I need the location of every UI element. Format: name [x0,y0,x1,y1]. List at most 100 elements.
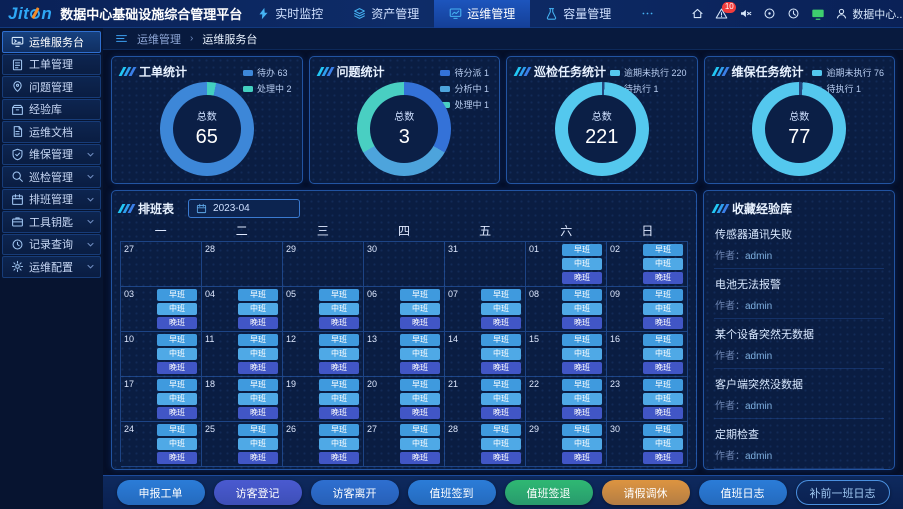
shift-button[interactable]: 中班 [643,258,683,270]
shift-button[interactable]: 早班 [481,424,521,436]
shift-button[interactable]: 中班 [562,258,602,270]
shift-button[interactable]: 中班 [238,348,278,360]
shift-button[interactable]: 早班 [157,424,197,436]
shift-button[interactable]: 晚班 [238,317,278,329]
shift-button[interactable]: 中班 [400,303,440,315]
shift-button[interactable]: 中班 [562,303,602,315]
shift-button[interactable]: 中班 [238,393,278,405]
shift-button[interactable]: 早班 [643,334,683,346]
shift-button[interactable]: 中班 [562,438,602,450]
shift-button[interactable]: 中班 [562,393,602,405]
shift-button[interactable]: 早班 [238,334,278,346]
shift-button[interactable]: 晚班 [157,452,197,464]
sidebar-item[interactable]: 经验库 [2,99,101,121]
shift-button[interactable]: 晚班 [238,407,278,419]
shift-button[interactable]: 晚班 [238,362,278,374]
shift-button[interactable]: 中班 [400,393,440,405]
shift-button[interactable]: 晚班 [157,362,197,374]
shift-button[interactable]: 早班 [400,424,440,436]
screen-button[interactable] [811,7,825,21]
action-button[interactable]: 值班日志 [699,480,787,505]
shift-button[interactable]: 早班 [157,334,197,346]
shift-button[interactable]: 晚班 [643,362,683,374]
shift-button[interactable]: 早班 [562,379,602,391]
shift-button[interactable]: 晚班 [643,452,683,464]
action-button[interactable]: 访客登记 [214,480,302,505]
shift-button[interactable]: 晚班 [562,452,602,464]
shift-button[interactable]: 中班 [481,393,521,405]
shift-button[interactable]: 晚班 [481,407,521,419]
alert-button[interactable]: 10 [715,7,728,20]
dashboard-button[interactable] [763,7,776,20]
shift-button[interactable]: 晚班 [400,407,440,419]
sidebar-item[interactable]: 排班管理 [2,189,101,211]
favorite-item[interactable]: 传感器通讯失败作者：admin [714,219,884,269]
sidebar-item[interactable]: 记录查询 [2,234,101,256]
shift-button[interactable]: 早班 [157,289,197,301]
action-button[interactable]: 申报工单 [117,480,205,505]
home-button[interactable] [691,7,704,20]
nav-item[interactable]: 容量管理 [530,0,626,28]
shift-button[interactable]: 晚班 [643,272,683,284]
shift-button[interactable]: 中班 [157,438,197,450]
shift-button[interactable]: 中班 [481,438,521,450]
clock-button[interactable] [787,7,800,20]
nav-item[interactable]: 运维管理 [434,0,530,28]
action-button[interactable]: 请假调休 [602,480,690,505]
mute-button[interactable] [739,7,752,20]
shift-button[interactable]: 早班 [400,379,440,391]
shift-button[interactable]: 中班 [157,393,197,405]
shift-button[interactable]: 晚班 [319,407,359,419]
shift-button[interactable]: 中班 [319,303,359,315]
shift-button[interactable]: 晚班 [157,317,197,329]
shift-button[interactable]: 早班 [319,379,359,391]
shift-button[interactable]: 中班 [643,303,683,315]
shift-button[interactable]: 中班 [319,393,359,405]
shift-button[interactable]: 早班 [562,334,602,346]
shift-button[interactable]: 早班 [562,289,602,301]
shift-button[interactable]: 早班 [238,289,278,301]
shift-button[interactable]: 晚班 [481,452,521,464]
shift-button[interactable]: 中班 [319,438,359,450]
shift-button[interactable]: 早班 [643,244,683,256]
shift-button[interactable]: 中班 [238,438,278,450]
breadcrumb-section[interactable]: 运维管理 [137,31,181,47]
nav-item[interactable]: 实时监控 [242,0,338,28]
hamburger-icon[interactable] [115,32,128,45]
shift-button[interactable]: 晚班 [562,317,602,329]
shift-button[interactable]: 中班 [157,348,197,360]
shift-button[interactable]: 早班 [238,379,278,391]
shift-button[interactable]: 中班 [238,303,278,315]
shift-button[interactable]: 晚班 [319,317,359,329]
shift-button[interactable]: 晚班 [400,362,440,374]
shift-button[interactable]: 晚班 [400,317,440,329]
shift-button[interactable]: 中班 [481,348,521,360]
shift-button[interactable]: 晚班 [238,452,278,464]
favorite-item[interactable]: 某个设备突然无数据作者：admin [714,319,884,369]
shift-button[interactable]: 中班 [481,303,521,315]
shift-button[interactable]: 晚班 [481,362,521,374]
shift-button[interactable]: 早班 [643,379,683,391]
shift-button[interactable]: 晚班 [562,407,602,419]
shift-button[interactable]: 早班 [481,289,521,301]
nav-item[interactable]: 资产管理 [338,0,434,28]
shift-button[interactable]: 早班 [481,379,521,391]
shift-button[interactable]: 晚班 [319,452,359,464]
shift-button[interactable]: 中班 [562,348,602,360]
shift-button[interactable]: 晚班 [643,407,683,419]
shift-button[interactable]: 早班 [562,424,602,436]
shift-button[interactable]: 早班 [319,334,359,346]
shift-button[interactable]: 早班 [157,379,197,391]
shift-button[interactable]: 晚班 [562,272,602,284]
shift-button[interactable]: 早班 [319,424,359,436]
month-picker[interactable]: 2023-04 [188,199,300,218]
sidebar-item[interactable]: 工具钥匙 [2,211,101,233]
shift-button[interactable]: 早班 [562,244,602,256]
shift-button[interactable]: 早班 [481,334,521,346]
sidebar-item[interactable]: 维保管理 [2,144,101,166]
shift-button[interactable]: 晚班 [643,317,683,329]
action-button[interactable]: 补前一班日志 [796,480,890,505]
shift-button[interactable]: 早班 [400,289,440,301]
nav-item[interactable] [626,0,669,28]
sidebar-item[interactable]: 运维服务台 [2,31,101,53]
